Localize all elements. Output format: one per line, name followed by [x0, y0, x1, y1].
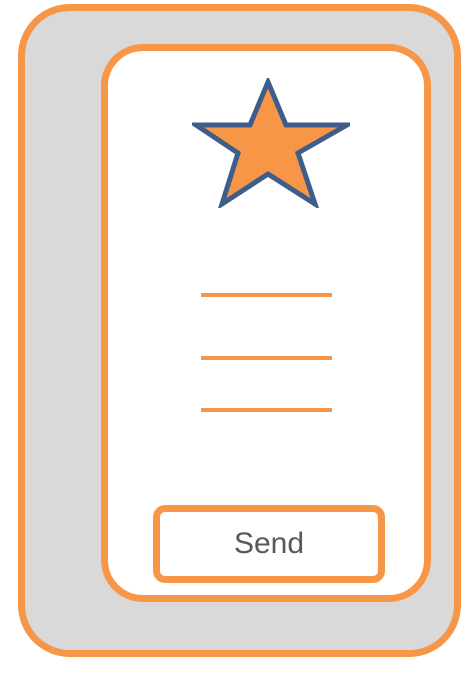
text-field-3[interactable]	[201, 408, 332, 412]
star-shape	[192, 78, 350, 208]
send-button[interactable]: Send	[153, 505, 385, 583]
text-field-2[interactable]	[201, 356, 332, 360]
text-field-1[interactable]	[201, 293, 332, 297]
star-icon	[192, 78, 350, 208]
send-button-label: Send	[233, 527, 305, 560]
